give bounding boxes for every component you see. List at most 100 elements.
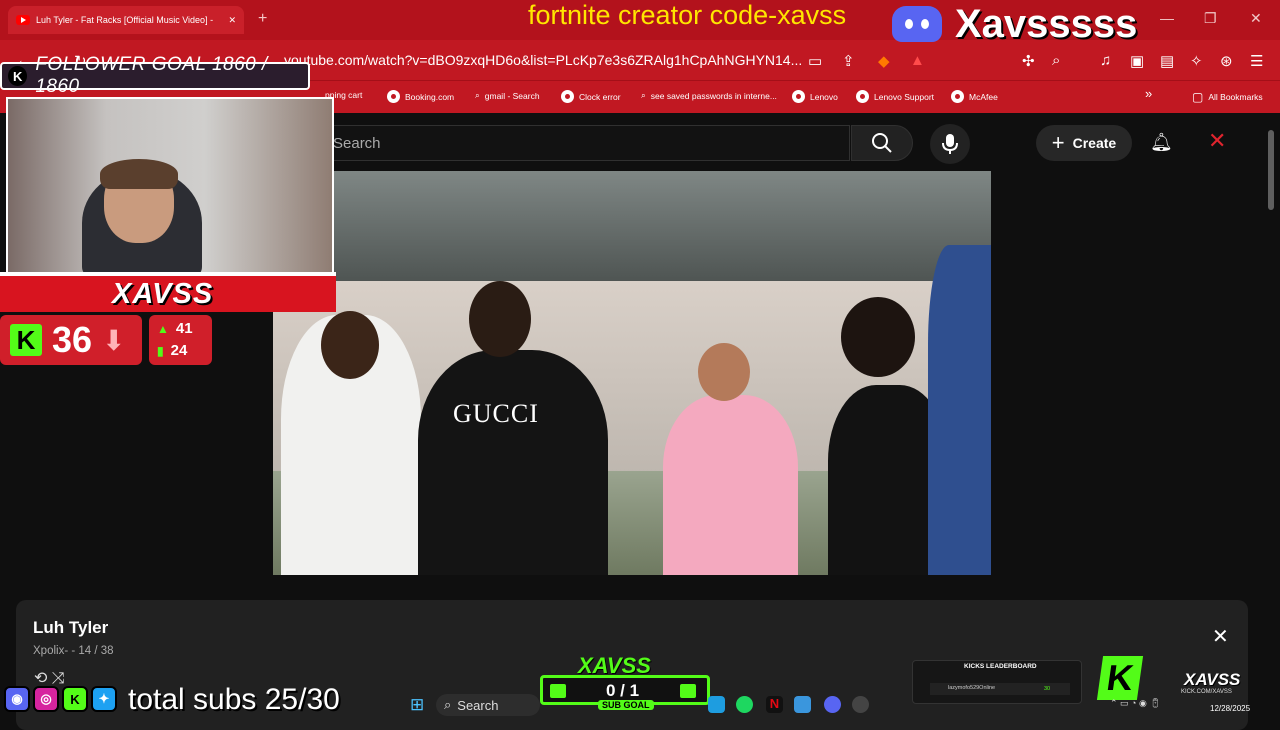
url-field[interactable]: youtube.com/watch?v=dBO9zxqHD6o&list=PLc… — [284, 52, 802, 68]
follower-goal-text: FOLLOWER GOAL 1860 / 1860 — [35, 54, 268, 97]
voice-search-button[interactable] — [930, 124, 970, 164]
stat-bars-value: 24 — [170, 342, 188, 359]
globe-icon — [856, 90, 869, 103]
banner-name: XAVSS — [112, 278, 214, 310]
wallet-icon[interactable]: ▤ — [1160, 52, 1174, 70]
menu-icon[interactable]: ☰ — [1250, 52, 1263, 70]
video-person-5 — [928, 245, 991, 575]
video-player[interactable]: GUCCI — [273, 171, 991, 575]
bookmark-label: Clock error — [579, 91, 621, 102]
globe-icon — [387, 90, 400, 103]
media-icon[interactable]: ♫ — [1100, 52, 1111, 69]
gift-icon — [680, 684, 696, 698]
vpn-icon[interactable]: ⊛ — [1220, 52, 1233, 70]
stat-up-value: 41 — [175, 320, 193, 337]
bookmark-booking[interactable]: Booking.com — [387, 90, 454, 103]
playlist-subtitle: Xpolix- - 14 / 38 — [33, 645, 114, 657]
search-icon — [872, 133, 892, 153]
loop-shuffle-icon[interactable]: ⟲ ⤨ — [34, 668, 65, 688]
webcam-feed — [6, 97, 334, 275]
cast-icon[interactable]: ▭ — [808, 52, 822, 70]
discord-icon: ◉ — [4, 686, 30, 712]
brave-rewards-icon[interactable]: ▲ — [910, 52, 925, 69]
spotify-icon[interactable] — [736, 696, 753, 713]
search-icon: ⌕ — [444, 697, 452, 712]
bookmark-gmail[interactable]: ⌕ gmail - Search — [475, 90, 540, 101]
search-icon: ⌕ — [475, 90, 480, 100]
search-input[interactable]: Search — [320, 125, 850, 161]
kick-viewer-count: K 36 ⬇ — [0, 315, 142, 365]
bookmark-label: Lenovo Support — [874, 91, 935, 102]
followers-icon: ▲ — [157, 322, 169, 336]
folder-icon: ▢ — [1192, 90, 1204, 104]
youtube-favicon-icon — [16, 15, 30, 25]
netflix-icon[interactable]: N — [766, 696, 783, 713]
globe-icon — [951, 90, 964, 103]
discord-taskbar-icon[interactable] — [824, 696, 841, 713]
page-scrollbar[interactable] — [1268, 130, 1274, 210]
search-page-icon[interactable]: ⌕ — [1052, 52, 1060, 69]
create-label: Create — [1072, 135, 1117, 151]
bookmark-clock-error[interactable]: Clock error — [561, 90, 621, 103]
kick-logo-icon: K — [62, 686, 88, 712]
share-icon[interactable]: ⇪ — [842, 52, 855, 70]
twitter-icon: ✦ — [91, 686, 117, 712]
leo-ai-icon[interactable]: ✧ — [1190, 52, 1203, 70]
globe-icon — [792, 90, 805, 103]
restore-icon[interactable]: ❐ — [1204, 10, 1217, 27]
playlist-close-icon[interactable]: ✕ — [1212, 624, 1229, 649]
tab-close-icon[interactable]: ✕ — [228, 15, 236, 26]
window-close-icon[interactable]: ✕ — [1250, 10, 1262, 27]
down-arrow-icon: ⬇ — [102, 324, 126, 356]
edge-icon[interactable] — [708, 696, 725, 713]
bookmark-mcafee[interactable]: McAfee — [951, 90, 998, 103]
leaderboard-title: KICKS LEADERBOARD — [964, 663, 1037, 670]
red-close-icon[interactable]: ✕ — [1208, 128, 1226, 154]
system-tray-icons[interactable]: ⌃ ▭ ◔ ◉ 🔋︎ — [1110, 698, 1161, 709]
kick-stats-box: ▲ 41 ▮ 24 — [149, 315, 212, 365]
brave-shield-icon[interactable]: ◆ — [878, 52, 890, 70]
webcam-person-hair — [100, 159, 178, 189]
sub-goal-value: 0 / 1 — [606, 681, 640, 700]
bookmark-saved-passwords[interactable]: ⌕ see saved passwords in interne... — [641, 90, 777, 101]
bar-chart-icon: ▮ — [157, 344, 164, 358]
kick-plate-name: XAVSS — [1184, 670, 1241, 689]
total-subs-text: total subs 25/30 — [128, 683, 340, 716]
windows-start-icon[interactable]: ⊞ — [410, 695, 424, 715]
kick-logo-icon: K — [10, 324, 42, 356]
video-scene-roof — [273, 171, 991, 281]
video-shirt-text: GUCCI — [453, 399, 539, 428]
kick-plate-logo-icon: K — [1096, 656, 1144, 700]
bookmark-label: McAfee — [969, 91, 998, 102]
sidebar-icon[interactable]: ▣ — [1130, 52, 1144, 70]
notifications-bell-icon[interactable]: 🔔︎ — [1150, 132, 1173, 153]
taskbar-search-label: Search — [457, 697, 499, 713]
leaderboard-value: 30 — [1044, 686, 1051, 692]
playlist-title[interactable]: Luh Tyler — [33, 618, 108, 638]
bookmark-label: Lenovo — [810, 91, 838, 102]
viewer-count: 36 — [52, 319, 93, 360]
video-person-4-head — [841, 297, 915, 377]
new-tab-button[interactable]: + — [258, 10, 267, 28]
bookmark-label: gmail - Search — [484, 90, 540, 101]
globe-icon — [561, 90, 574, 103]
create-button[interactable]: + Create — [1036, 125, 1132, 161]
all-bookmarks[interactable]: ▢ All Bookmarks — [1192, 90, 1263, 104]
video-person-3 — [663, 395, 798, 575]
photos-icon[interactable] — [794, 696, 811, 713]
bookmarks-more-icon[interactable]: » — [1145, 86, 1152, 101]
kick-plate-url: KICK.COM/XAVSS — [1181, 689, 1232, 695]
search-button[interactable] — [851, 125, 913, 161]
extensions-icon[interactable]: ✣ — [1022, 52, 1035, 70]
social-icons: ◉ ◎ K ✦ — [4, 686, 117, 712]
bookmark-lenovo[interactable]: Lenovo — [792, 90, 838, 103]
minimize-icon[interactable]: — — [1160, 10, 1174, 26]
bookmark-label: see saved passwords in interne... — [650, 90, 777, 101]
video-person-2-head — [469, 281, 531, 357]
obs-icon[interactable] — [852, 696, 869, 713]
bookmark-lenovo-support[interactable]: Lenovo Support — [856, 90, 934, 103]
browser-tab-active[interactable]: Luh Tyler - Fat Racks [Official Music Vi… — [8, 6, 244, 34]
discord-icon — [892, 6, 942, 42]
microphone-icon — [942, 134, 958, 154]
taskbar-search[interactable]: ⌕ Search — [436, 694, 540, 716]
